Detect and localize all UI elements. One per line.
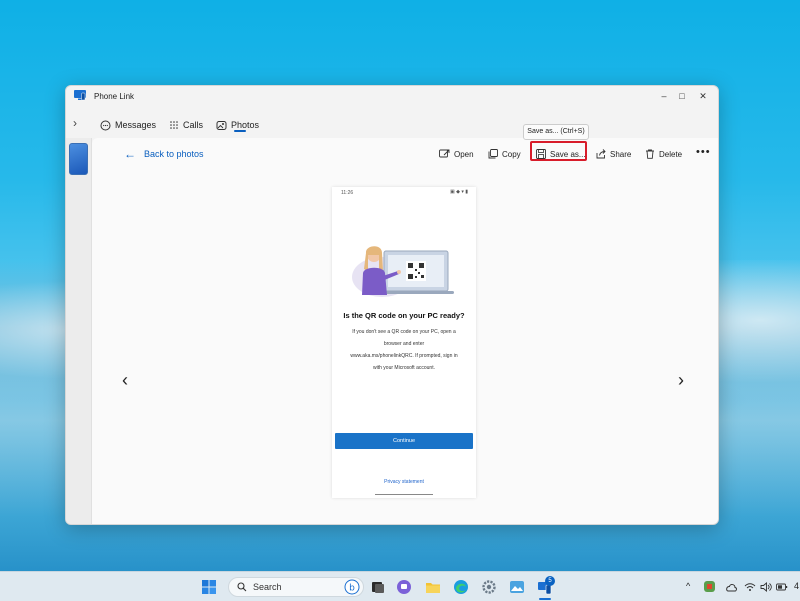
volume-icon[interactable] (760, 582, 772, 592)
status-icons: ▣ ◆ ▾ ▮ (450, 189, 468, 195)
continue-button: Continue (335, 433, 473, 449)
copy-icon (488, 149, 498, 159)
clock-partial: 4 (794, 581, 800, 591)
title-bar[interactable]: Phone Link – □ ✕ (66, 86, 718, 108)
battery-icon[interactable] (776, 582, 788, 592)
open-button[interactable]: Open (439, 147, 474, 161)
save-as-highlight-box (530, 141, 587, 161)
search-icon (237, 582, 247, 592)
top-navigation: › Messages Calls Photos (66, 112, 718, 153)
back-to-photos-link[interactable]: ← Back to photos (124, 147, 204, 161)
back-to-photos-label: Back to photos (144, 149, 204, 159)
settings-app-icon[interactable] (481, 579, 497, 595)
privacy-statement-link: Privacy statement (384, 479, 424, 485)
wifi-icon[interactable] (744, 582, 756, 592)
phone-thumbnail[interactable] (69, 143, 88, 175)
instruction-line-3: www.aka.ms/phonelinkQRC. If prompted, si… (350, 353, 458, 359)
svg-text:b: b (349, 584, 355, 594)
instruction-line-1: If you don't see a QR code on your PC, o… (352, 329, 456, 335)
photos-app-icon[interactable] (509, 579, 525, 595)
share-button[interactable]: Share (596, 147, 631, 161)
maximize-button[interactable]: □ (675, 89, 689, 103)
delete-label: Delete (659, 149, 683, 159)
edge-browser-icon[interactable] (453, 579, 469, 595)
more-options-button[interactable]: ••• (696, 146, 711, 158)
windows-start-icon[interactable] (201, 579, 217, 595)
show-hidden-icons-chevron[interactable]: ^ (686, 581, 690, 591)
phone-link-app-icon (74, 90, 86, 101)
copy-label: Copy (502, 149, 521, 159)
tab-photos-label: Photos (231, 120, 260, 130)
open-label: Open (454, 149, 474, 159)
device-sidebar (66, 138, 92, 524)
tab-messages[interactable]: Messages (100, 118, 156, 132)
phone-screenshot-image: 11:26 ▣ ◆ ▾ ▮ Is the QR code on your PC … (332, 187, 476, 498)
task-view-icon[interactable] (370, 579, 386, 595)
selected-tab-indicator (234, 130, 246, 132)
tab-calls-label: Calls (183, 120, 204, 130)
expand-sidebar-button[interactable]: › (73, 116, 77, 130)
trash-icon (646, 149, 654, 159)
previous-photo-button[interactable]: ‹ (122, 370, 128, 391)
photos-icon (216, 120, 227, 130)
qr-heading: Is the QR code on your PC ready? (343, 311, 465, 320)
instruction-line-2: browser and enter (383, 341, 425, 347)
active-app-indicator (539, 598, 551, 600)
open-image-icon (439, 149, 450, 158)
tab-messages-label: Messages (115, 120, 157, 130)
tab-calls[interactable]: Calls (169, 118, 203, 132)
onedrive-cloud-icon[interactable] (725, 582, 737, 592)
taskbar-phonelink-badge: 5 (545, 576, 555, 586)
taskbar: Search b 5 ^ 4 (0, 571, 800, 601)
share-icon (596, 149, 606, 159)
minimize-button[interactable]: – (657, 89, 671, 103)
teams-chat-icon[interactable] (396, 579, 412, 595)
back-arrow-icon: ← (124, 147, 136, 161)
search-placeholder: Search (253, 582, 282, 592)
qr-illustration-image (352, 246, 454, 297)
status-time: 11:26 (341, 190, 354, 196)
next-photo-button[interactable]: › (678, 370, 684, 391)
save-as-tooltip: Save as... (Ctrl+S) (523, 124, 589, 140)
bing-chat-icon[interactable]: b (344, 579, 360, 595)
instruction-line-4: with your Microsoft account. (373, 365, 435, 371)
share-label: Share (610, 149, 632, 159)
tray-app-icon[interactable] (704, 581, 715, 592)
close-button[interactable]: ✕ (696, 89, 710, 103)
chat-icon (100, 120, 111, 130)
file-explorer-icon[interactable] (425, 579, 441, 595)
delete-button[interactable]: Delete (645, 147, 682, 161)
window-title: Phone Link (94, 92, 135, 101)
copy-button[interactable]: Copy (488, 147, 521, 161)
home-indicator (375, 494, 433, 495)
dialpad-icon (170, 121, 178, 129)
